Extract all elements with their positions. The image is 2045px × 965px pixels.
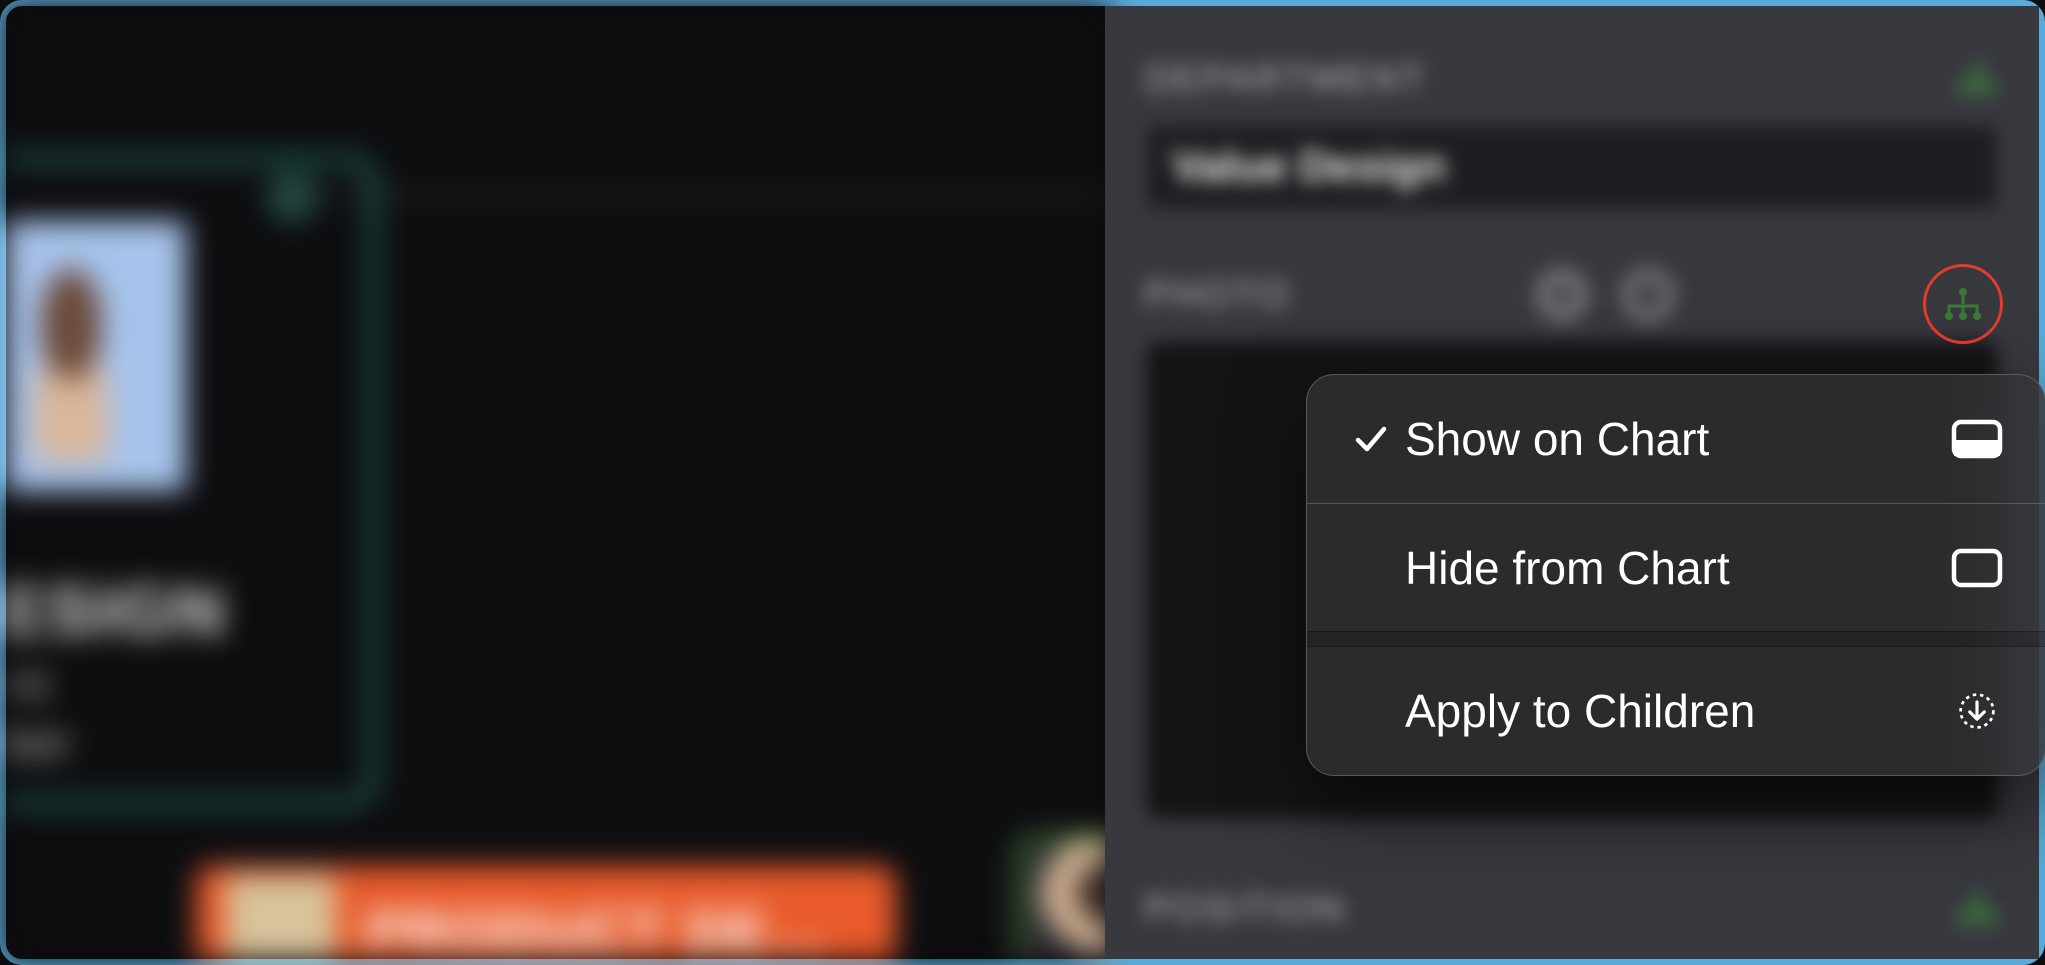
department-label: DEPARTMENT (1145, 58, 1426, 100)
menu-hide-from-chart[interactable]: Hide from Chart (1307, 503, 2045, 631)
remove-photo-button[interactable] (1620, 267, 1676, 323)
photo-label: PHOTO (1145, 274, 1291, 316)
visibility-popover: Show on Chart Hide from Chart Apply to C… (1306, 374, 2045, 776)
card-department: PRODUCT DE… (366, 898, 829, 960)
card-department: DESIGN (6, 571, 226, 651)
card-line-2: Hero (6, 656, 50, 711)
section-position: POSITION (1145, 864, 1999, 954)
menu-item-label: Show on Chart (1399, 412, 1945, 466)
menu-separator (1307, 631, 2045, 647)
person-photo (226, 876, 336, 959)
hierarchy-icon[interactable] (1955, 891, 1999, 927)
connector-line (306, 194, 1106, 198)
position-label: POSITION (1145, 888, 1346, 930)
photo-visibility-button[interactable] (1923, 264, 2003, 344)
menu-show-on-chart[interactable]: Show on Chart (1307, 375, 2045, 503)
section-photo: PHOTO (1145, 250, 1999, 340)
apply-down-icon (1945, 691, 2003, 731)
department-field[interactable]: Value Design (1145, 124, 1999, 210)
card-empty-icon (1945, 548, 2003, 588)
card-line-3: Baker (6, 716, 71, 771)
person-photo (1021, 841, 1111, 959)
org-chart-canvas[interactable]: DESIGN Hero Baker PRODUCT DE… (6, 6, 1111, 959)
hierarchy-icon[interactable] (1955, 61, 1999, 97)
department-value: Value Design (1172, 142, 1446, 192)
menu-item-label: Apply to Children (1399, 684, 1945, 738)
checkmark-icon (1343, 421, 1399, 457)
person-photo (6, 221, 186, 491)
add-photo-button[interactable] (1534, 267, 1590, 323)
menu-apply-to-children[interactable]: Apply to Children (1307, 647, 2045, 775)
card-filled-icon (1945, 419, 2003, 459)
section-department: DEPARTMENT (1145, 34, 1999, 124)
child-card-orange[interactable]: PRODUCT DE… (196, 866, 896, 959)
menu-item-label: Hide from Chart (1399, 541, 1945, 595)
node-connector-dot[interactable] (271, 176, 313, 218)
child-card-green[interactable] (1016, 836, 1111, 959)
